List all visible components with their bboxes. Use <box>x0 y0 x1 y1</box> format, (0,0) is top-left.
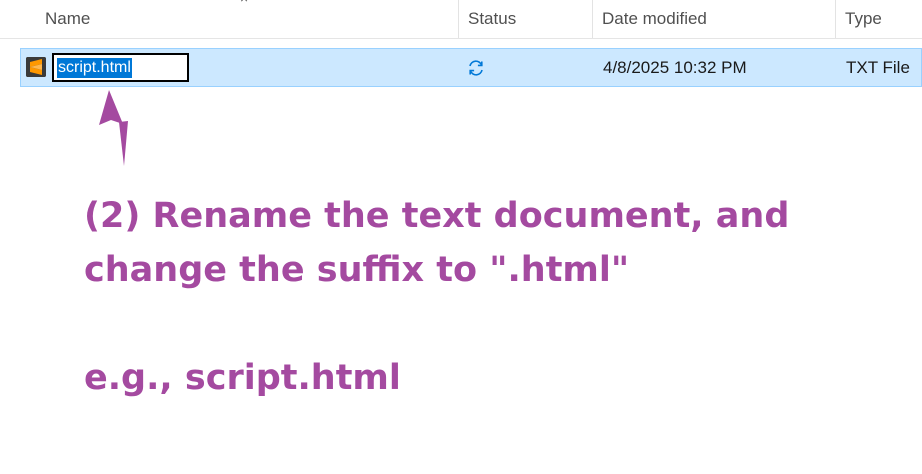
annotation-line-2: change the suffix to ".html" <box>84 250 630 290</box>
annotation-line-1: (2) Rename the text document, and <box>84 196 790 236</box>
annotation-arrow-icon <box>99 90 128 166</box>
annotation-example: e.g., script.html <box>84 358 401 398</box>
